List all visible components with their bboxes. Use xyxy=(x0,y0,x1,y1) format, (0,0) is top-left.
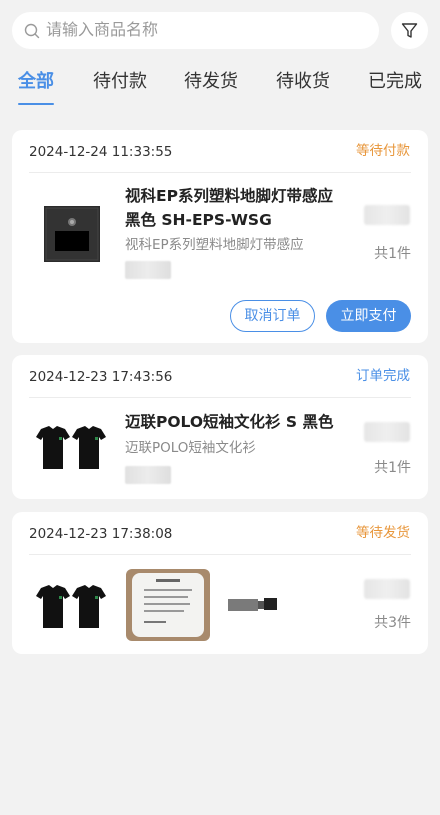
filter-icon xyxy=(401,23,418,38)
order-card[interactable]: 2024-12-23 17:43:56 订单完成 迈联POLO短袖文化衫 S 黑… xyxy=(12,355,428,499)
item-count: 共1件 xyxy=(374,460,411,476)
cancel-order-button[interactable]: 取消订单 xyxy=(230,300,315,332)
divider xyxy=(29,397,411,398)
product-title-line-1: 视科EP系列塑料地脚灯带感应 xyxy=(125,187,333,205)
search-row: 请输入商品名称 xyxy=(12,12,428,50)
search-placeholder: 请输入商品名称 xyxy=(46,20,159,39)
product-subtitle: 迈联POLO短袖文化衫 xyxy=(125,440,256,456)
tab-pending-payment[interactable]: 待付款 xyxy=(93,71,147,93)
order-status: 等待发货 xyxy=(356,525,410,541)
tab-pending-receipt[interactable]: 待收货 xyxy=(276,71,330,93)
order-date: 2024-12-24 11:33:55 xyxy=(29,144,173,160)
blurred-price xyxy=(364,422,410,442)
divider xyxy=(29,554,411,555)
sensor-light-image xyxy=(44,206,100,262)
order-date: 2024-12-23 17:38:08 xyxy=(29,526,173,542)
divider xyxy=(29,172,411,173)
item-count: 共3件 xyxy=(374,615,411,631)
order-card[interactable]: 2024-12-24 11:33:55 等待付款 视科EP系列塑料地脚灯带感应 … xyxy=(12,130,428,343)
filter-button[interactable] xyxy=(391,12,428,49)
search-icon xyxy=(24,23,40,39)
order-status: 订单完成 xyxy=(356,368,410,384)
product-subtitle: 视科EP系列塑料地脚灯带感应 xyxy=(125,237,304,253)
item-count: 共1件 xyxy=(374,246,411,262)
blurred-spec xyxy=(125,466,171,484)
product-title: 视科EP系列塑料地脚灯带感应 黑色 SH-EPS-WSG xyxy=(125,184,355,232)
order-card[interactable]: 2024-12-23 17:38:08 等待发货 共3件 xyxy=(12,512,428,654)
active-tab-indicator xyxy=(18,103,54,105)
blurred-spec xyxy=(125,261,171,279)
blurred-price xyxy=(364,205,410,225)
pay-now-button[interactable]: 立即支付 xyxy=(326,300,411,332)
order-tabs: 全部 待付款 待发货 待收货 已完成 xyxy=(0,66,440,110)
product-title-line-2: 黑色 SH-EPS-WSG xyxy=(125,211,272,229)
product-title: 迈联POLO短袖文化衫 S 黑色 xyxy=(125,413,334,431)
polo-shirt-image xyxy=(36,585,106,628)
485-relay-device-image xyxy=(126,569,210,641)
order-status: 等待付款 xyxy=(356,143,410,159)
polo-shirt-image xyxy=(36,426,106,469)
tab-pending-shipment[interactable]: 待发货 xyxy=(184,71,238,93)
blurred-price xyxy=(364,579,410,599)
tab-completed[interactable]: 已完成 xyxy=(368,71,422,93)
order-date: 2024-12-23 17:43:56 xyxy=(29,369,173,385)
cable-connector-image xyxy=(228,598,277,611)
tab-all[interactable]: 全部 xyxy=(18,71,54,93)
search-input[interactable]: 请输入商品名称 xyxy=(12,12,379,49)
